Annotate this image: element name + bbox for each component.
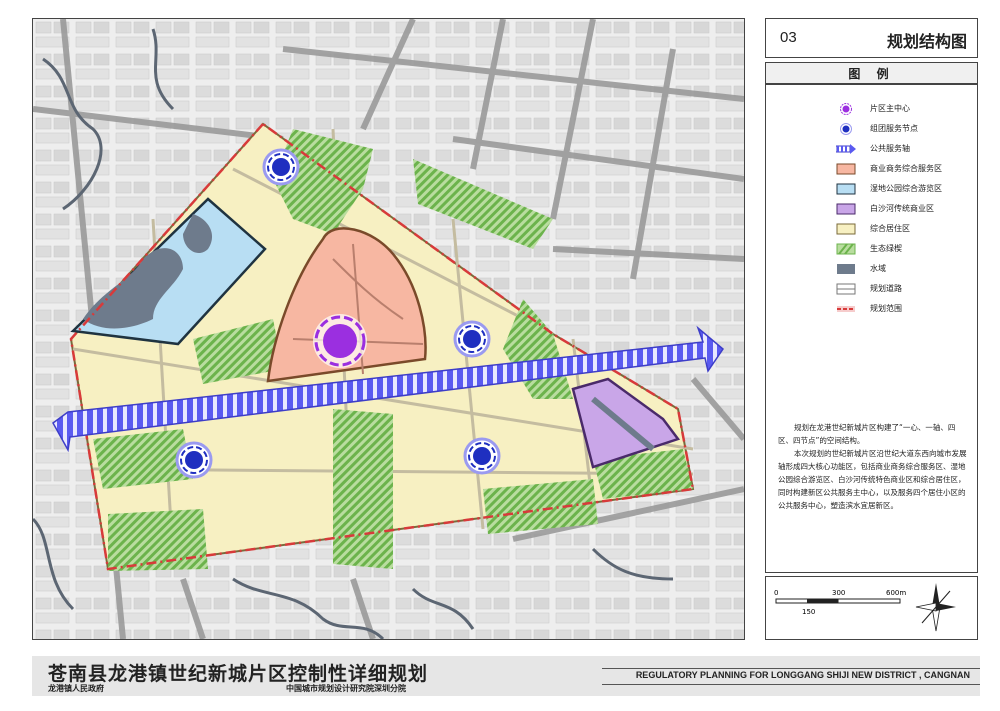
legend-item-wetland: 湿地公园综合游览区 [836, 183, 976, 197]
legend-label: 片区主中心 [870, 104, 910, 113]
service-axis-icon [836, 144, 856, 154]
legend-item-boundary: 规划范围 [836, 303, 976, 317]
traditional-swatch-icon [836, 203, 856, 215]
service-node-ne [453, 320, 491, 358]
description-paragraph: 本次规划的世纪新城片区沿世纪大道东西向城市发展轴形成四大核心功能区，包括商业商务… [778, 449, 967, 510]
project-title-english: REGULATORY PLANNING FOR LONGGANG SHIJI N… [635, 670, 970, 680]
legend-label: 组团服务节点 [870, 124, 918, 133]
scale-tick-0: 0 [774, 589, 778, 597]
sheet-title: 规划结构图 [886, 34, 967, 51]
legend-box: 片区主中心 组团服务节点 公共服务轴 商业商务综合服务区 湿地公园综合游览区 白… [765, 84, 978, 573]
main-center-marker [313, 314, 367, 368]
legend-label: 水域 [870, 264, 886, 273]
legend-label: 公共服务轴 [870, 144, 910, 153]
scale-north-box: 0 150 300 600m [765, 576, 978, 640]
description-paragraph: 规划在龙港世纪新城片区构建了“一心、一轴、四区、四节点”的空间结构。 [778, 423, 956, 445]
planning-map [32, 18, 745, 640]
residential-swatch-icon [836, 223, 856, 235]
legend-item-main-center: 片区主中心 [836, 103, 976, 117]
legend-label: 规划范围 [870, 304, 902, 313]
scale-tick-150: 150 [802, 608, 815, 616]
green-wedge-swatch-icon [836, 243, 856, 255]
legend-label: 生态绿楔 [870, 244, 902, 253]
side-panel: 03 规划结构图 图 例 片区主中心 组团服务节点 公共服务轴 商业商务综合服务… [765, 18, 978, 640]
legend-item-service-axis: 公共服务轴 [836, 143, 976, 157]
service-node-icon [840, 123, 852, 135]
title-block: 苍南县龙港镇世纪新城片区控制性详细规划 龙港镇人民政府 中国城市规划设计研究院深… [32, 656, 980, 696]
legend-item-residential: 综合居住区 [836, 223, 976, 237]
road-swatch-icon [836, 283, 856, 295]
project-title: 苍南县龙港镇世纪新城片区控制性详细规划 [48, 664, 429, 685]
legend-label: 白沙河传统商业区 [870, 204, 934, 213]
scale-bar: 0 150 300 600m [774, 583, 956, 632]
legend-item-road: 规划道路 [836, 283, 976, 297]
sheet-number: 03 [780, 29, 797, 46]
legend-label: 规划道路 [870, 284, 902, 293]
legend-label: 商业商务综合服务区 [870, 164, 942, 173]
service-node-nw [262, 148, 300, 186]
design-organization: 中国城市规划设计研究院深圳分院 [286, 684, 406, 693]
north-arrow-icon [915, 583, 956, 632]
legend-title: 图 例 [848, 67, 895, 81]
legend-item-traditional: 白沙河传统商业区 [836, 203, 976, 217]
legend-item-service-node: 组团服务节点 [836, 123, 976, 137]
water-swatch-icon [837, 264, 855, 274]
service-node-sw [175, 441, 213, 479]
legend-header: 图 例 [765, 62, 978, 84]
scale-tick-300: 300 [832, 589, 845, 597]
commercial-swatch-icon [836, 163, 856, 175]
wetland-swatch-icon [836, 183, 856, 195]
title-rule-top [602, 668, 980, 669]
main-center-icon [840, 103, 852, 115]
boundary-swatch-icon [837, 306, 855, 312]
legend-label: 综合居住区 [870, 224, 910, 233]
title-rule-bottom [602, 684, 980, 685]
scale-tick-600: 600m [886, 589, 906, 597]
legend-item-commercial: 商业商务综合服务区 [836, 163, 976, 177]
description-text: 规划在龙港世纪新城片区构建了“一心、一轴、四区、四节点”的空间结构。 本次规划的… [778, 421, 968, 512]
sheet-title-box: 03 规划结构图 [765, 18, 978, 58]
legend-item-green-wedge: 生态绿楔 [836, 243, 976, 257]
legend-item-water: 水域 [836, 263, 976, 277]
client-organization: 龙港镇人民政府 [48, 684, 104, 693]
service-node-se [463, 437, 501, 475]
legend-label: 湿地公园综合游览区 [870, 184, 942, 193]
map-canvas [33, 19, 744, 639]
